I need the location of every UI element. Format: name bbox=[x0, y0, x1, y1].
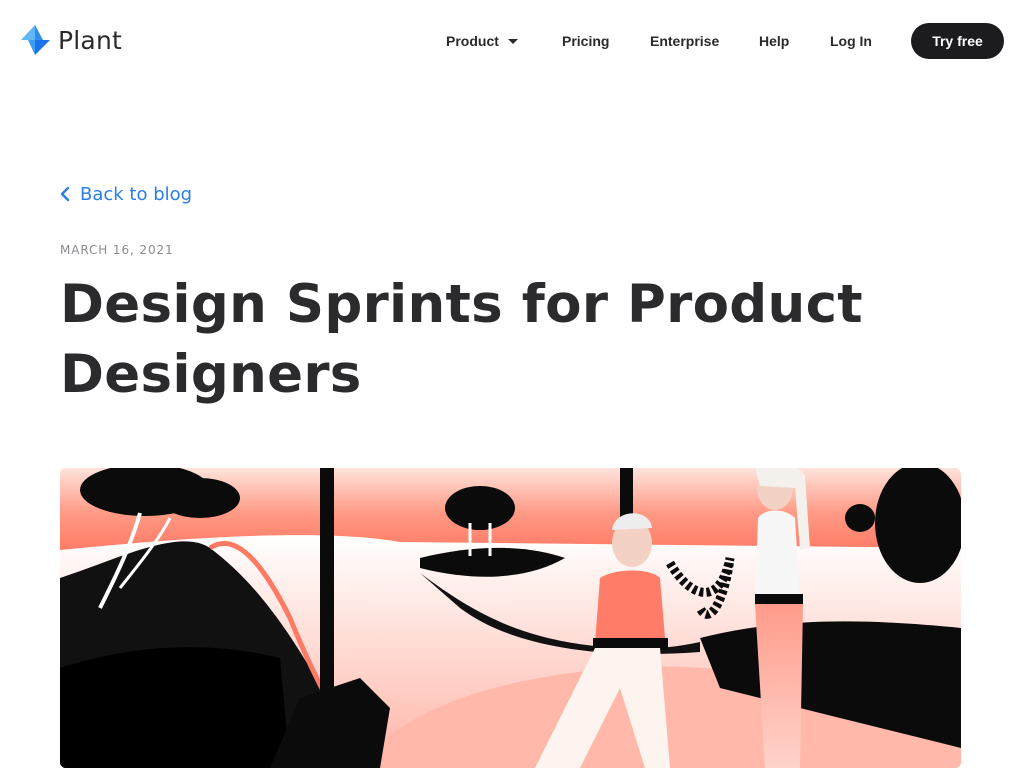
nav-pricing[interactable]: Pricing bbox=[562, 30, 609, 52]
nav-help[interactable]: Help bbox=[759, 30, 789, 52]
nav-login-label: Log In bbox=[830, 33, 872, 49]
nav-product[interactable]: Product bbox=[446, 30, 518, 52]
post-title: Design Sprints for Product Designers bbox=[60, 274, 863, 405]
nav-login[interactable]: Log In bbox=[830, 30, 872, 52]
post-date: MARCH 16, 2021 bbox=[60, 243, 174, 257]
site-header: Plant Product Pricing Enterprise Help Lo… bbox=[0, 0, 1024, 82]
chevron-left-icon bbox=[60, 186, 70, 202]
nav-enterprise[interactable]: Enterprise bbox=[650, 30, 719, 52]
hero-illustration bbox=[60, 468, 961, 768]
plant-logo-icon bbox=[21, 25, 50, 55]
brand-logo[interactable]: Plant bbox=[20, 24, 122, 56]
nav-enterprise-label: Enterprise bbox=[650, 33, 720, 49]
chevron-down-icon bbox=[507, 38, 518, 44]
nav-help-label: Help bbox=[759, 33, 790, 49]
brand-name: Plant bbox=[58, 25, 122, 55]
back-to-blog-link[interactable]: Back to blog bbox=[60, 182, 192, 206]
try-free-button[interactable]: Try free bbox=[911, 23, 1004, 59]
nav-pricing-label: Pricing bbox=[562, 33, 610, 49]
nav-product-label: Product bbox=[446, 33, 499, 49]
back-to-blog-label: Back to blog bbox=[80, 183, 193, 205]
